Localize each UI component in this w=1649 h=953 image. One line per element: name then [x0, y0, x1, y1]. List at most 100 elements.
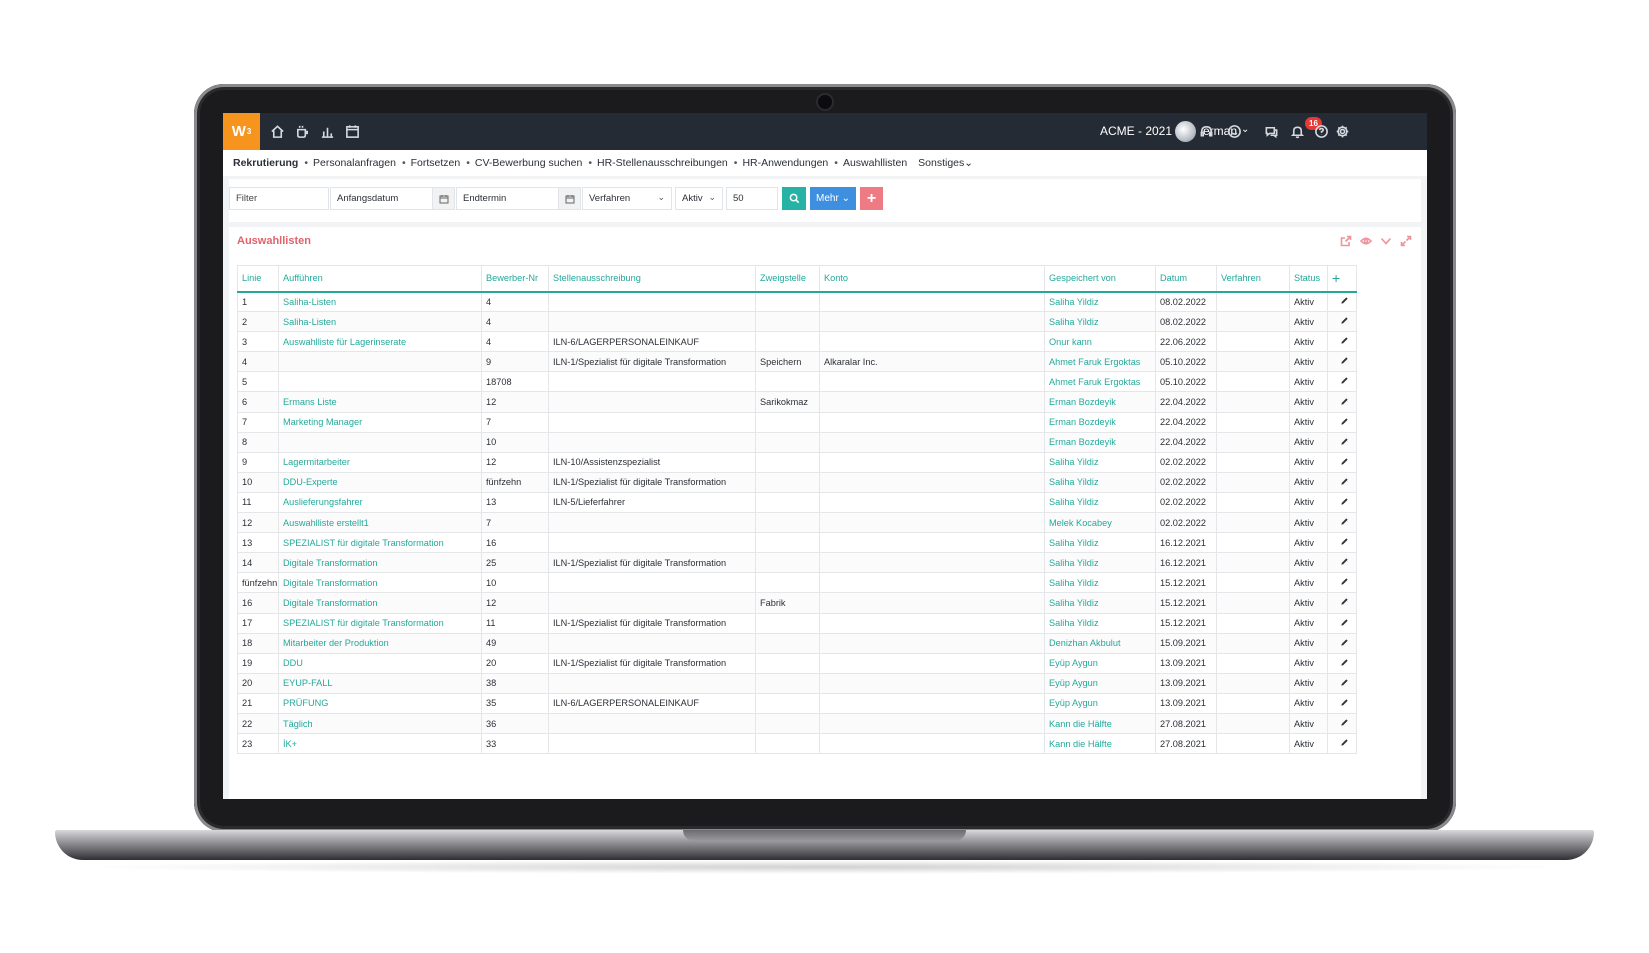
- cell-name[interactable]: İK+: [278, 733, 482, 755]
- nav-hr-anwendungen[interactable]: HR-Anwendungen: [742, 157, 828, 169]
- cell-name[interactable]: EYUP-FALL: [278, 672, 482, 694]
- table-row[interactable]: 19 DDU 20 ILN-1/Spezialist für digitale Tra…: [237, 652, 1357, 674]
- cell-name[interactable]: Digitale Transformation: [278, 552, 482, 574]
- smiley-icon[interactable]: [1225, 122, 1243, 140]
- cell-name[interactable]: Marketing Manager: [278, 411, 482, 433]
- cell-name[interactable]: DDU-Experte: [278, 471, 482, 493]
- cell-von[interactable]: Saliha Yildiz: [1044, 552, 1156, 574]
- cell-von[interactable]: Onur kann: [1044, 331, 1156, 353]
- cell-name[interactable]: Ermans Liste: [278, 391, 482, 413]
- edit-button[interactable]: [1327, 391, 1357, 413]
- cell-von[interactable]: Ahmet Faruk Ergoktas: [1044, 371, 1156, 393]
- column-header-stellenausschreibung[interactable]: Stellenausschreibung: [548, 265, 756, 293]
- table-row[interactable]: 14 Digitale Transformation 25 ILN-1/Spezial…: [237, 552, 1357, 574]
- column-header-auffuehren[interactable]: Aufführen: [278, 265, 482, 293]
- cell-von[interactable]: Saliha Yildiz: [1044, 612, 1156, 634]
- table-row[interactable]: 3 Auswahlliste für Lagerinserate 4 ILN-6/LA…: [237, 331, 1357, 353]
- start-date-input[interactable]: Anfangsdatum: [330, 187, 455, 210]
- cell-name[interactable]: DDU: [278, 652, 482, 674]
- column-header-datum[interactable]: Datum: [1155, 265, 1217, 293]
- edit-button[interactable]: [1327, 652, 1357, 674]
- edit-button[interactable]: [1327, 331, 1357, 353]
- calendar-icon[interactable]: [558, 188, 580, 209]
- edit-button[interactable]: [1327, 672, 1357, 694]
- cell-name[interactable]: SPEZIALIST für digitale Transformation: [278, 532, 482, 554]
- cell-name[interactable]: Lagermitarbeiter: [278, 451, 482, 473]
- table-row[interactable]: 6 Ermans Liste 12 Sarikokmaz Erman Bozdeyik 2…: [237, 391, 1357, 413]
- nav-sonstiges[interactable]: Sonstiges⌄: [918, 157, 973, 169]
- cell-von[interactable]: Saliha Yildiz: [1044, 592, 1156, 614]
- chevron-down-icon[interactable]: [1379, 234, 1393, 248]
- table-row[interactable]: 7 Marketing Manager 7 Erman Bozdeyik 22.04.2…: [237, 411, 1357, 433]
- table-row[interactable]: 9 Lagermitarbeiter 12 ILN-10/Assistenzspezi…: [237, 451, 1357, 473]
- cell-von[interactable]: Saliha Yildiz: [1044, 572, 1156, 594]
- edit-button[interactable]: [1327, 351, 1357, 373]
- cell-name[interactable]: Digitale Transformation: [278, 592, 482, 614]
- column-header-gespeichert-von[interactable]: Gespeichert von: [1044, 265, 1156, 293]
- cell-name[interactable]: [278, 431, 482, 453]
- cell-von[interactable]: Saliha Yildiz: [1044, 451, 1156, 473]
- cell-von[interactable]: Kann die Hälfte: [1044, 733, 1156, 755]
- cell-name[interactable]: Saliha-Listen: [278, 290, 482, 313]
- edit-button[interactable]: [1327, 371, 1357, 393]
- table-row[interactable]: 12 Auswahlliste erstellt1 7 Melek Kocabey 02…: [237, 512, 1357, 534]
- edit-button[interactable]: [1327, 612, 1357, 634]
- table-row[interactable]: 16 Digitale Transformation 12 Fabrik Saliha …: [237, 592, 1357, 614]
- table-row[interactable]: 22 Täglich 36 Kann die Hälfte 27.08.2021 Akti…: [237, 712, 1357, 735]
- headset-icon[interactable]: [1197, 122, 1215, 140]
- edit-button[interactable]: [1327, 491, 1357, 514]
- column-header-status[interactable]: Status: [1289, 265, 1328, 293]
- cell-name[interactable]: Digitale Transformation: [278, 572, 482, 594]
- cell-von[interactable]: Saliha Yildiz: [1044, 290, 1156, 313]
- edit-button[interactable]: [1327, 290, 1357, 313]
- table-row[interactable]: 1 Saliha-Listen 4 Saliha Yildiz 08.02.2022 Ak…: [237, 290, 1357, 313]
- table-row[interactable]: 5 18708 Ahmet Faruk Ergoktas 05.10.2022 Akti…: [237, 371, 1357, 393]
- add-column-button[interactable]: +: [1327, 265, 1357, 293]
- table-row[interactable]: 21 PRÜFUNG 35 ILN-6/LAGERPERSONALEINKAUF Eyü…: [237, 692, 1357, 714]
- edit-button[interactable]: [1327, 733, 1357, 755]
- chat-icon[interactable]: [1262, 122, 1280, 140]
- eye-icon[interactable]: [1359, 234, 1373, 248]
- cell-name[interactable]: Auswahlliste erstellt1: [278, 512, 482, 534]
- cell-von[interactable]: Eyüp Aygun: [1044, 652, 1156, 674]
- table-row[interactable]: 10 DDU-Experte fünfzehn ILN-1/Spezialist fü…: [237, 471, 1357, 493]
- bell-icon[interactable]: [1288, 122, 1306, 140]
- edit-button[interactable]: [1327, 552, 1357, 574]
- nav-cv-bewerbung-suchen[interactable]: CV-Bewerbung suchen: [475, 157, 582, 169]
- bar-chart-icon[interactable]: [318, 122, 336, 140]
- cell-name[interactable]: Mitarbeiter der Produktion: [278, 632, 482, 654]
- cell-name[interactable]: [278, 351, 482, 373]
- coffee-icon[interactable]: [293, 122, 311, 140]
- more-button[interactable]: Mehr ⌄: [810, 187, 856, 210]
- add-button[interactable]: +: [860, 187, 883, 210]
- table-row[interactable]: 23 İK+ 33 Kann die Hälfte 27.08.2021 Aktiv: [237, 733, 1357, 755]
- cell-von[interactable]: Ahmet Faruk Ergoktas: [1044, 351, 1156, 373]
- status-select[interactable]: Aktiv ⌄: [675, 187, 723, 210]
- end-date-input[interactable]: Endtermin: [456, 187, 581, 210]
- help-icon[interactable]: [1312, 122, 1330, 140]
- nav-rekrutierung[interactable]: Rekrutierung: [233, 157, 298, 169]
- table-row[interactable]: 18 Mitarbeiter der Produktion 49 Denizhan A…: [237, 632, 1357, 654]
- home-icon[interactable]: [268, 122, 286, 140]
- column-header-konto[interactable]: Konto: [819, 265, 1045, 293]
- cell-von[interactable]: Eyüp Aygun: [1044, 672, 1156, 694]
- cell-name[interactable]: Auswahlliste für Lagerinserate: [278, 331, 482, 353]
- nav-personalanfragen[interactable]: Personalanfragen: [313, 157, 396, 169]
- edit-button[interactable]: [1327, 632, 1357, 654]
- company-name[interactable]: ACME - 2021: [1100, 124, 1172, 138]
- edit-button[interactable]: [1327, 572, 1357, 594]
- gear-icon[interactable]: [1333, 122, 1351, 140]
- cell-von[interactable]: Melek Kocabey: [1044, 512, 1156, 534]
- expand-icon[interactable]: [1399, 234, 1413, 248]
- table-row[interactable]: 20 EYUP-FALL 38 Eyüp Aygun 13.09.2021 Aktiv: [237, 672, 1357, 694]
- edit-button[interactable]: [1327, 512, 1357, 534]
- cell-name[interactable]: PRÜFUNG: [278, 692, 482, 714]
- cell-von[interactable]: Saliha Yildiz: [1044, 532, 1156, 554]
- edit-button[interactable]: [1327, 471, 1357, 493]
- procedure-select[interactable]: Verfahren ⌄: [582, 187, 672, 210]
- search-button[interactable]: [782, 187, 806, 210]
- filter-input[interactable]: Filter: [229, 187, 329, 210]
- calendar-icon[interactable]: [432, 188, 454, 209]
- edit-button[interactable]: [1327, 431, 1357, 453]
- avatar[interactable]: [1175, 121, 1196, 142]
